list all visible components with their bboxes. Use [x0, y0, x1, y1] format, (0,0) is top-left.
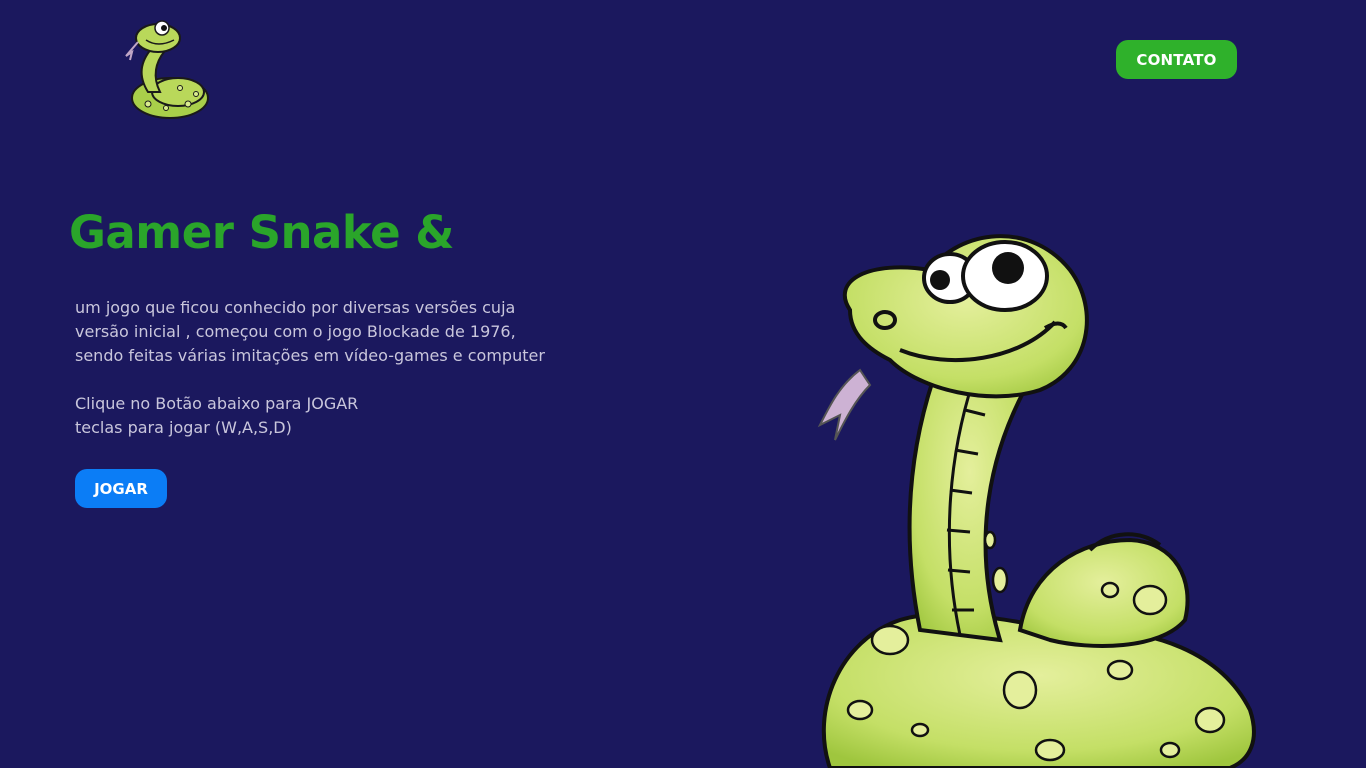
page-title: Gamer Snake &: [69, 206, 455, 259]
cartoon-snake-illustration: [817, 234, 1256, 768]
controls-line: teclas para jogar (W,A,S,D): [75, 418, 292, 437]
description-line: um jogo que ficou conhecido por diversas…: [75, 298, 516, 317]
page: CONTATO Gamer Snake & um jogo que ficou …: [0, 0, 1366, 768]
contact-button[interactable]: CONTATO: [1116, 40, 1237, 79]
instruction-line: Clique no Botão abaixo para JOGAR: [75, 394, 359, 413]
description-line: sendo feitas várias imitações em vídeo-g…: [75, 346, 545, 365]
snake-logo-icon[interactable]: [118, 12, 218, 124]
description-line: versão inicial , começou com o jogo Bloc…: [75, 322, 516, 341]
description: um jogo que ficou conhecido por diversas…: [75, 296, 635, 440]
play-button[interactable]: JOGAR: [75, 469, 167, 508]
